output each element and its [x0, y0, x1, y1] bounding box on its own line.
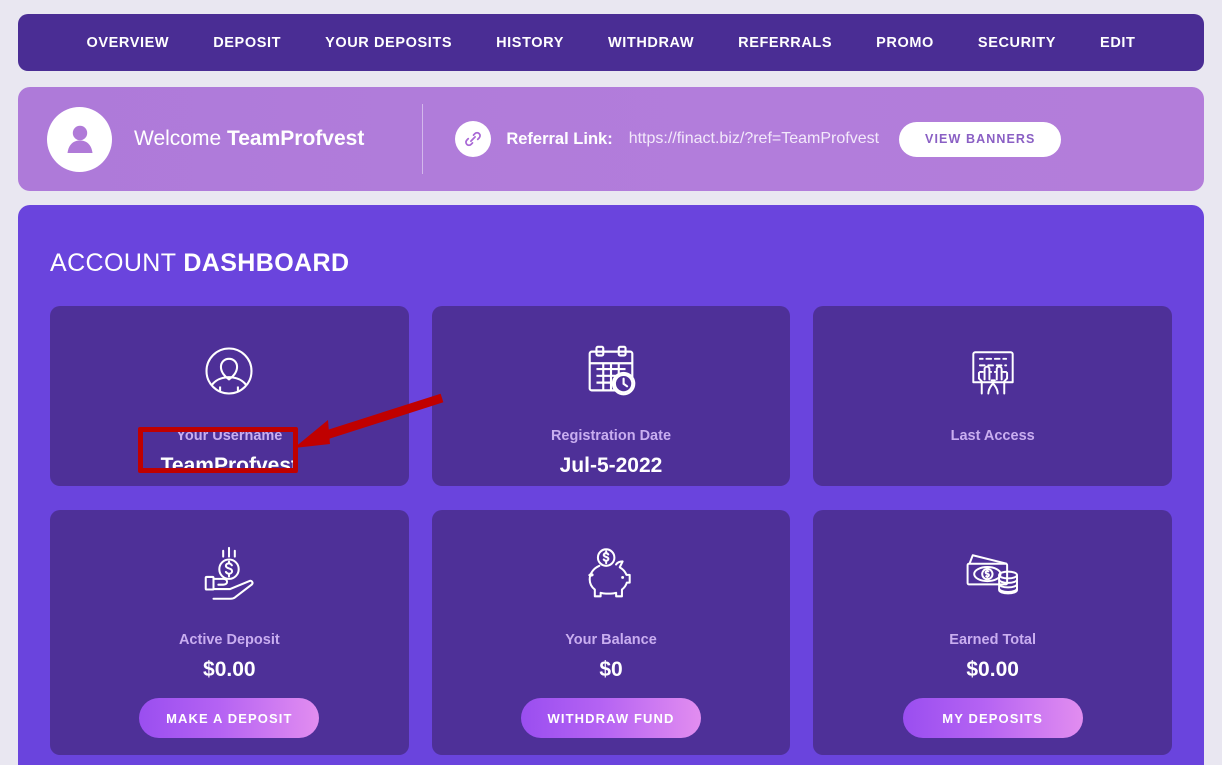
keyboard-hands-icon — [813, 334, 1172, 408]
account-dashboard-panel: ACCOUNT DASHBOARD Your Username TeamProf… — [18, 205, 1204, 765]
nav-item-history[interactable]: HISTORY — [474, 35, 586, 51]
nav-item-edit[interactable]: EDIT — [1078, 35, 1157, 51]
card-value: Jul-5-2022 — [559, 454, 663, 477]
card-registration-date: Registration Date Jul-5-2022 — [431, 306, 791, 486]
chain-link-icon — [455, 121, 492, 157]
hand-coin-icon — [50, 538, 409, 612]
card-label: Registration Date — [550, 428, 672, 444]
make-a-deposit-button[interactable]: MAKE A DEPOSIT — [139, 698, 320, 738]
card-label: Active Deposit — [178, 632, 280, 648]
referral-link-group: Referral Link: https://finact.biz/?ref=T… — [455, 121, 1062, 157]
view-banners-button[interactable]: VIEW BANNERS — [899, 121, 1062, 157]
welcome-username: TeamProfvest — [226, 127, 365, 150]
withdraw-fund-button[interactable]: WITHDRAW FUND — [520, 698, 701, 738]
user-profile-circle-icon — [50, 334, 409, 408]
card-your-username: Your Username TeamProfvest — [50, 306, 409, 486]
card-label: Your Balance — [565, 632, 657, 648]
nav-item-referrals[interactable]: REFERRALS — [716, 35, 854, 51]
page-title: ACCOUNT DASHBOARD — [50, 249, 1172, 278]
nav-item-security[interactable]: SECURITY — [956, 35, 1078, 51]
card-label: Earned Total — [949, 632, 1037, 648]
referral-link-url[interactable]: https://finact.biz/?ref=TeamProfvest — [629, 130, 879, 148]
card-label: Your Username — [176, 428, 283, 444]
card-value: TeamProfvest — [160, 454, 298, 477]
referral-link-label: Referral Link: — [506, 129, 613, 148]
stats-grid-bottom: Active Deposit $0.00 MAKE A DEPOSIT Your… — [50, 510, 1172, 755]
page-title-bold: DASHBOARD — [183, 249, 350, 277]
welcome-bar: Welcome TeamProfvest Referral Link: http… — [18, 87, 1204, 191]
piggy-bank-icon — [432, 538, 791, 612]
nav-item-your-deposits[interactable]: YOUR DEPOSITS — [303, 35, 474, 51]
my-deposits-button[interactable]: MY DEPOSITS — [902, 698, 1083, 738]
card-earned-total: Earned Total $0.00 MY DEPOSITS — [813, 510, 1172, 755]
nav-item-promo[interactable]: PROMO — [854, 35, 956, 51]
welcome-divider — [422, 104, 424, 174]
welcome-greeting: Welcome — [134, 127, 227, 150]
card-label: Last Access — [950, 428, 1035, 444]
card-value: $0.00 — [203, 658, 256, 681]
nav-item-withdraw[interactable]: WITHDRAW — [586, 35, 716, 51]
calendar-clock-icon — [432, 334, 791, 408]
card-active-deposit: Active Deposit $0.00 MAKE A DEPOSIT — [50, 510, 409, 755]
nav-item-deposit[interactable]: DEPOSIT — [191, 35, 303, 51]
card-value: $0.00 — [966, 658, 1019, 681]
card-last-access: Last Access — [813, 306, 1172, 486]
welcome-message: Welcome TeamProfvest — [134, 127, 364, 151]
stats-grid-top: Your Username TeamProfvest Registration … — [50, 306, 1172, 486]
money-coins-icon — [813, 538, 1172, 612]
page-title-light: ACCOUNT — [50, 249, 184, 277]
user-avatar-icon — [47, 106, 112, 172]
card-value: $0 — [599, 658, 623, 681]
main-navbar: OVERVIEW DEPOSIT YOUR DEPOSITS HISTORY W… — [18, 14, 1204, 71]
nav-item-overview[interactable]: OVERVIEW — [65, 35, 192, 51]
card-your-balance: Your Balance $0 WITHDRAW FUND — [431, 510, 791, 755]
